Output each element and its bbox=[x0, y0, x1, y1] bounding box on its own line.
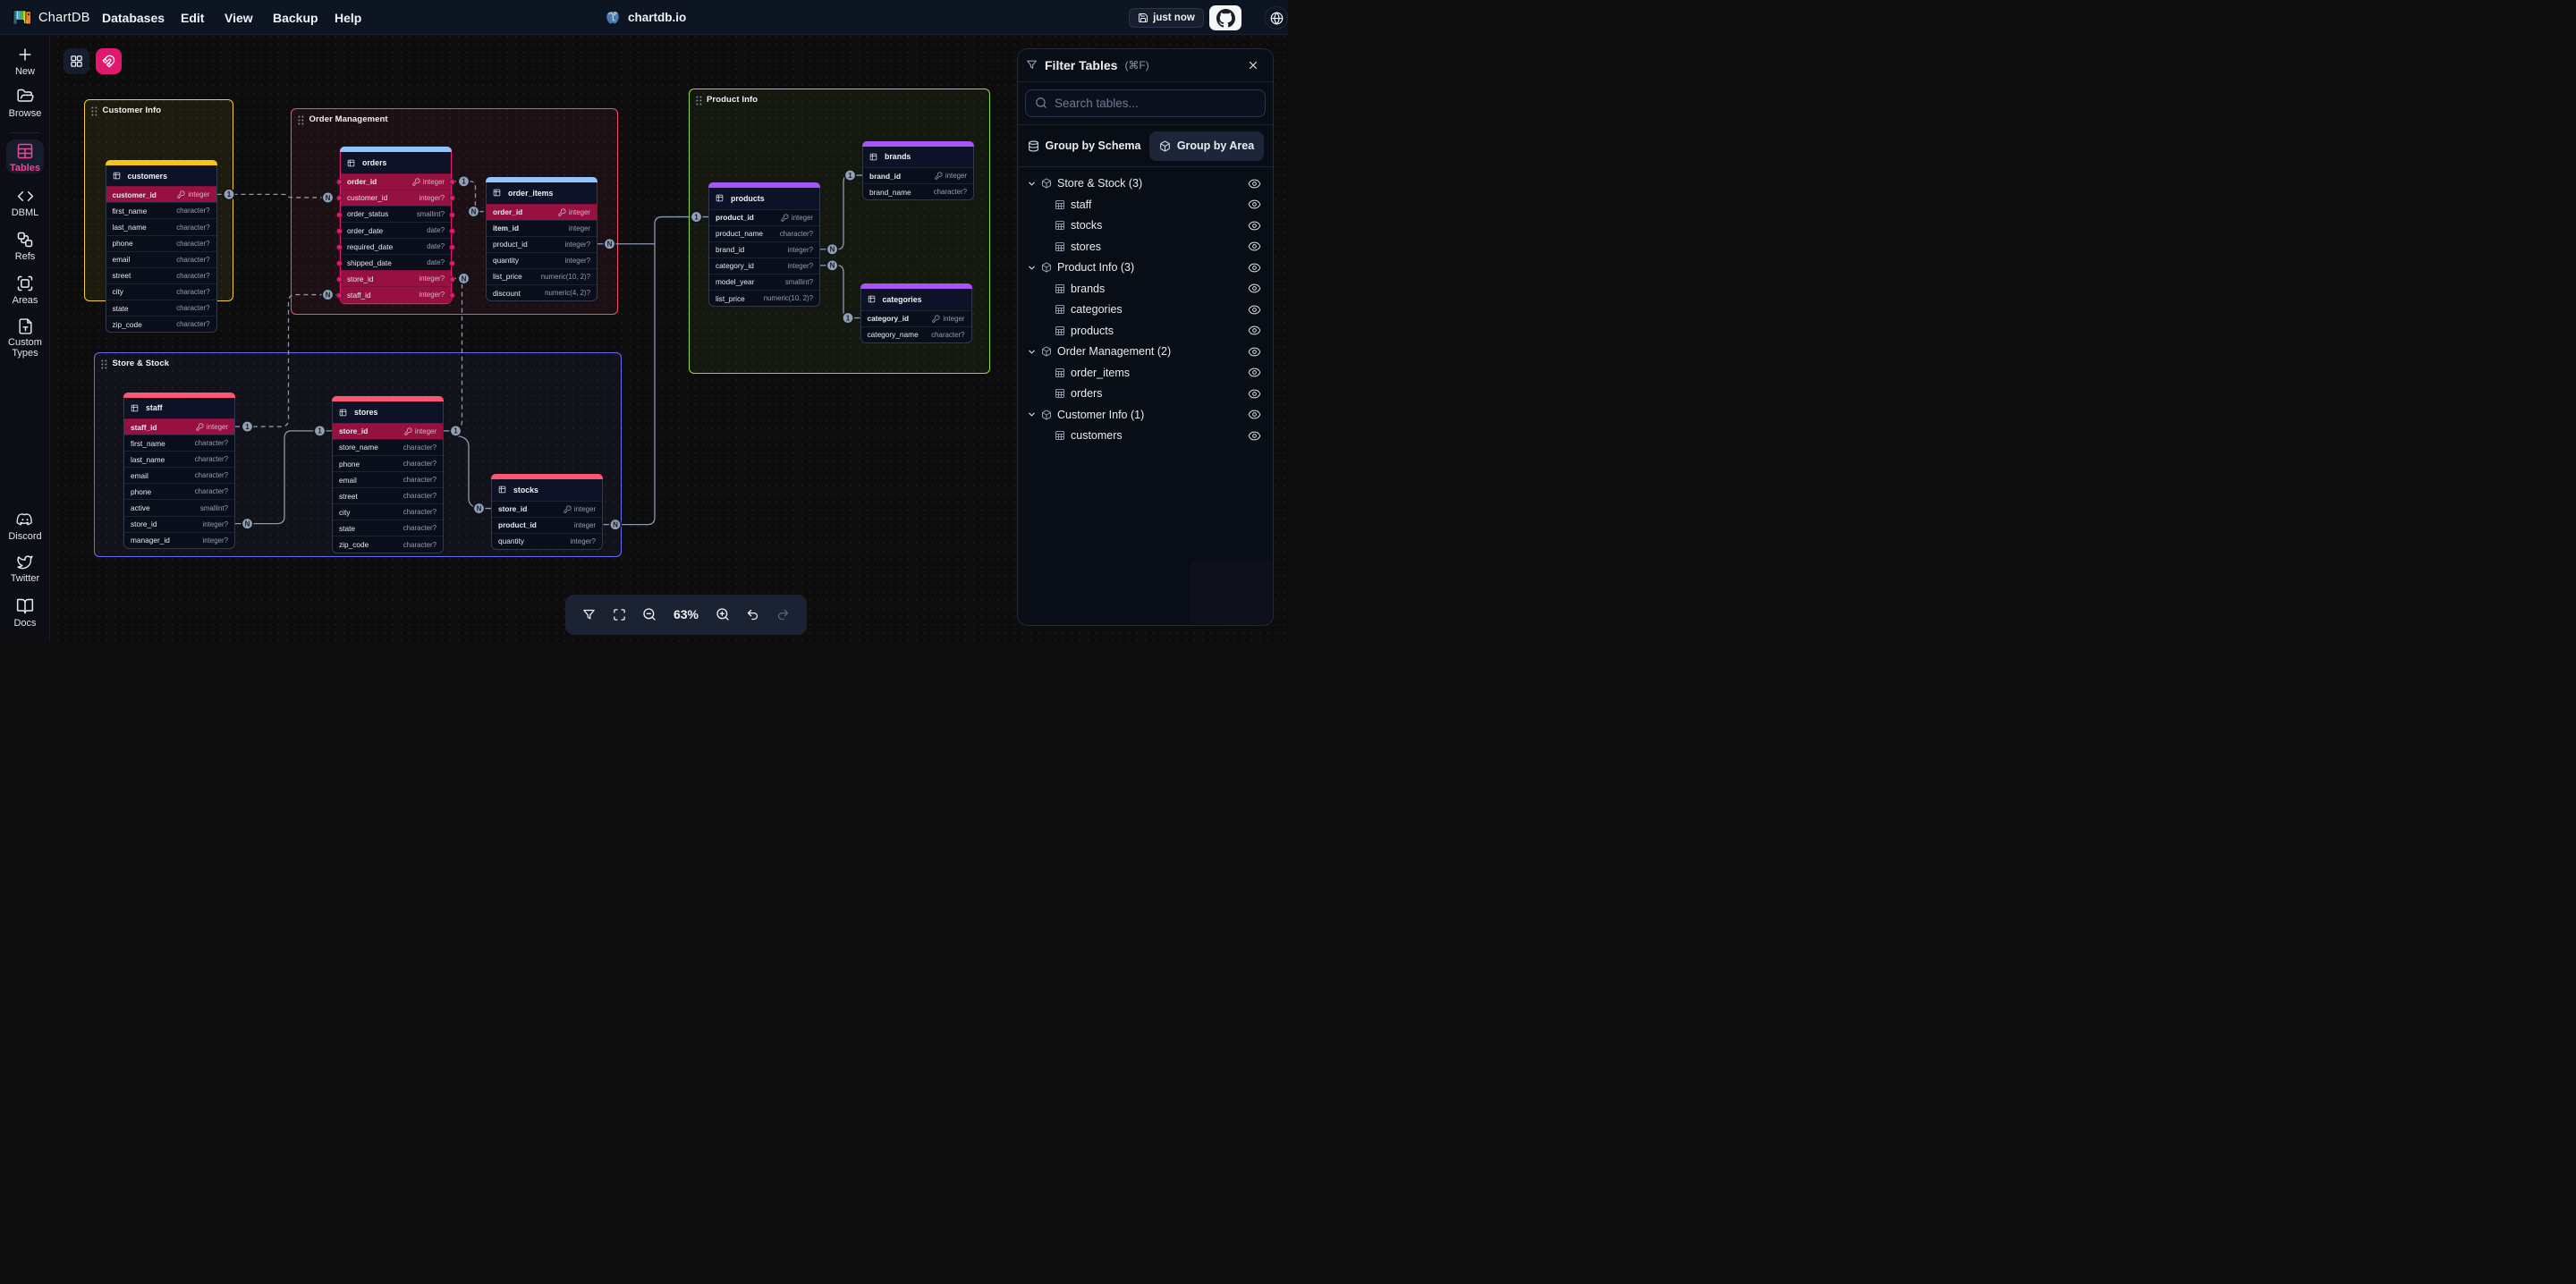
svg-text:N: N bbox=[613, 520, 618, 528]
svg-text:N: N bbox=[830, 262, 835, 270]
svg-text:1: 1 bbox=[245, 423, 250, 431]
svg-text:1: 1 bbox=[318, 427, 322, 435]
svg-text:N: N bbox=[462, 275, 467, 283]
svg-text:N: N bbox=[326, 291, 331, 299]
svg-text:1: 1 bbox=[453, 427, 458, 435]
svg-text:1: 1 bbox=[848, 172, 852, 180]
svg-text:N: N bbox=[830, 246, 835, 254]
svg-text:1: 1 bbox=[227, 190, 232, 199]
svg-text:N: N bbox=[471, 207, 477, 215]
svg-text:N: N bbox=[326, 194, 331, 202]
svg-text:N: N bbox=[477, 504, 482, 512]
svg-text:N: N bbox=[607, 241, 613, 249]
svg-text:1: 1 bbox=[462, 178, 466, 186]
svg-text:1: 1 bbox=[846, 314, 851, 322]
svg-text:1: 1 bbox=[694, 213, 699, 221]
svg-text:N: N bbox=[245, 520, 250, 528]
